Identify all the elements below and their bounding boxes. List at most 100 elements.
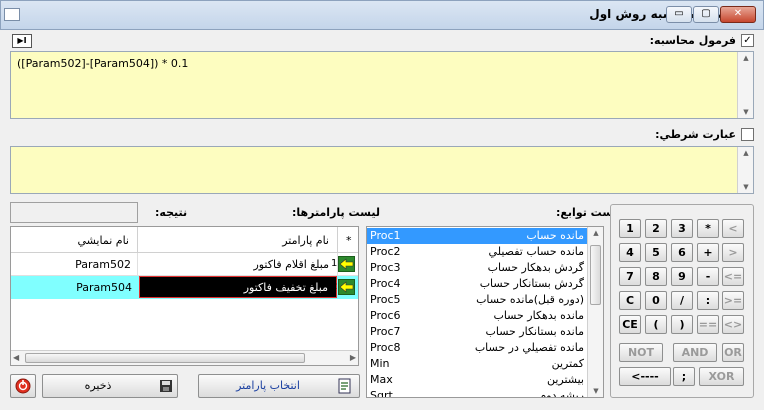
select-param-label: انتخاب پارامتر	[236, 379, 300, 392]
calc-key-button[interactable]: 2	[645, 219, 667, 238]
list-item[interactable]: Max بيشترين	[367, 372, 587, 388]
calc-key-button[interactable]: ==	[697, 315, 719, 334]
row-display-name: Param504	[76, 281, 132, 294]
function-description: مانده حساب	[526, 229, 584, 242]
params-label: ليست پارامترها:	[292, 206, 380, 219]
function-description: گردش بستانكار حساب	[479, 277, 584, 290]
function-description: مانده حساب تفصيلي	[488, 245, 584, 258]
list-item[interactable]: Proc6 مانده بدهكار حساب	[367, 308, 587, 324]
list-item[interactable]: Min كمترين	[367, 356, 587, 372]
calc-key-button[interactable]: 7	[619, 267, 641, 286]
scroll-up-icon[interactable]: ▲	[588, 229, 603, 237]
function-code: Min	[370, 357, 390, 370]
calc-key-button[interactable]: -	[697, 267, 719, 286]
scroll-down-icon[interactable]: ▼	[738, 183, 754, 191]
list-item[interactable]: Proc3 گردش بدهكار حساب	[367, 260, 587, 276]
list-item[interactable]: Proc8 مانده تفصيلي در حساب	[367, 340, 587, 356]
calc-key-button[interactable]: 0	[645, 291, 667, 310]
function-code: Sqrt	[370, 389, 393, 398]
app-icon	[4, 8, 20, 21]
close-button[interactable]: ✕	[720, 6, 756, 23]
function-code: Proc1	[370, 229, 401, 242]
calc-key-button[interactable]: >	[722, 243, 744, 262]
calc-key-button[interactable]: <	[722, 219, 744, 238]
calc-key-button[interactable]: 8	[645, 267, 667, 286]
calc-key-button[interactable]: +	[697, 243, 719, 262]
and-button[interactable]: AND	[673, 343, 717, 362]
col-star: *	[346, 234, 352, 247]
calc-key-button[interactable]: CE	[619, 315, 641, 334]
minimize-button[interactable]: ▭	[666, 6, 692, 23]
calc-key-button[interactable]: 6	[671, 243, 693, 262]
formula-scrollbar[interactable]: ▲ ▼	[737, 52, 753, 118]
run-formula-button[interactable]: ▶I	[12, 34, 32, 48]
params-header: نام نمايشي نام پارامتر *	[11, 227, 358, 253]
table-row[interactable]: Param502 مبلغ اقلام فاكتور 1	[11, 253, 358, 276]
functions-scrollbar[interactable]: ▲ ▼	[587, 227, 603, 397]
save-button[interactable]: ذخيره	[42, 374, 178, 398]
calc-key-button[interactable]: :	[697, 291, 719, 310]
list-item[interactable]: Proc1 مانده حساب	[367, 228, 587, 244]
table-row[interactable]: Param504 مبلغ تخفيف فاكتور 2	[11, 276, 358, 299]
params-table[interactable]: نام نمايشي نام پارامتر * Param502 مبلغ ا…	[10, 226, 359, 366]
list-item[interactable]: Proc7 مانده بستانكار حساب	[367, 324, 587, 340]
power-button[interactable]	[10, 374, 36, 398]
list-item[interactable]: Proc5 (دوره قبل)مانده حساب	[367, 292, 587, 308]
calc-key-button[interactable]: *	[697, 219, 719, 238]
scroll-thumb[interactable]	[590, 245, 601, 305]
condition-editor[interactable]: ▲ ▼	[10, 146, 754, 194]
calc-key-button[interactable]: 1	[619, 219, 641, 238]
function-code: Proc4	[370, 277, 401, 290]
xor-button[interactable]: XOR	[699, 367, 744, 386]
maximize-button[interactable]: ▢	[693, 6, 719, 23]
list-item[interactable]: Proc4 گردش بستانكار حساب	[367, 276, 587, 292]
arrow-left-icon[interactable]	[338, 256, 355, 272]
condition-checkbox[interactable]	[741, 128, 754, 141]
condition-label: عبارت شرطي:	[655, 128, 736, 141]
calc-key-button[interactable]: 4	[619, 243, 641, 262]
scroll-down-icon[interactable]: ▼	[738, 108, 754, 116]
backspace-button[interactable]: <----	[619, 367, 671, 386]
condition-scrollbar[interactable]: ▲ ▼	[737, 147, 753, 193]
calc-key-button[interactable]: C	[619, 291, 641, 310]
calc-key-button[interactable]: /	[671, 291, 693, 310]
semicolon-button[interactable]: ;	[673, 367, 695, 386]
floppy-disk-icon	[160, 380, 172, 392]
scroll-left-icon[interactable]: ◀	[13, 353, 19, 362]
calc-key-button[interactable]: <>	[722, 315, 744, 334]
functions-list[interactable]: Proc1 مانده حساب Proc2 مانده حساب تفصيلي Pro…	[366, 226, 604, 398]
result-field	[10, 202, 138, 223]
calc-key-button[interactable]: >=	[722, 291, 744, 310]
function-description: كمترين	[551, 357, 584, 370]
select-param-button[interactable]: انتخاب پارامتر	[198, 374, 360, 398]
power-icon	[15, 378, 31, 394]
list-item[interactable]: Sqrt ريشه دوم	[367, 388, 587, 398]
scroll-thumb[interactable]	[25, 353, 305, 363]
scroll-up-icon[interactable]: ▲	[738, 149, 754, 157]
col-display-name[interactable]: نام نمايشي	[77, 234, 129, 247]
not-button[interactable]: NOT	[619, 343, 663, 362]
function-description: مانده بستانكار حساب	[485, 325, 584, 338]
calc-key-button[interactable]: (	[645, 315, 667, 334]
function-description: مانده بدهكار حساب	[493, 309, 584, 322]
row-display-name: Param502	[75, 258, 131, 271]
calc-key-button[interactable]: 3	[671, 219, 693, 238]
row-param-name[interactable]: مبلغ تخفيف فاكتور	[244, 281, 328, 294]
scroll-down-icon[interactable]: ▼	[588, 387, 603, 395]
calc-key-button[interactable]: 9	[671, 267, 693, 286]
formula-checkbox[interactable]: ✓	[741, 34, 754, 47]
arrow-left-icon[interactable]	[338, 279, 355, 295]
params-hscrollbar[interactable]: ◀ ▶	[11, 350, 358, 365]
list-item[interactable]: Proc2 مانده حساب تفصيلي	[367, 244, 587, 260]
row-number: 2	[331, 281, 338, 292]
col-param-name[interactable]: نام پارامتر	[282, 234, 329, 247]
calc-key-button[interactable]: <=	[722, 267, 744, 286]
function-description: مانده تفصيلي در حساب	[474, 341, 584, 354]
scroll-up-icon[interactable]: ▲	[738, 54, 754, 62]
or-button[interactable]: OR	[722, 343, 744, 362]
scroll-right-icon[interactable]: ▶	[350, 353, 356, 362]
calc-key-button[interactable]: )	[671, 315, 693, 334]
function-code: Proc3	[370, 261, 401, 274]
calc-key-button[interactable]: 5	[645, 243, 667, 262]
formula-editor[interactable]: ([Param502]-[Param504]) * 0.1 ▲ ▼	[10, 51, 754, 119]
